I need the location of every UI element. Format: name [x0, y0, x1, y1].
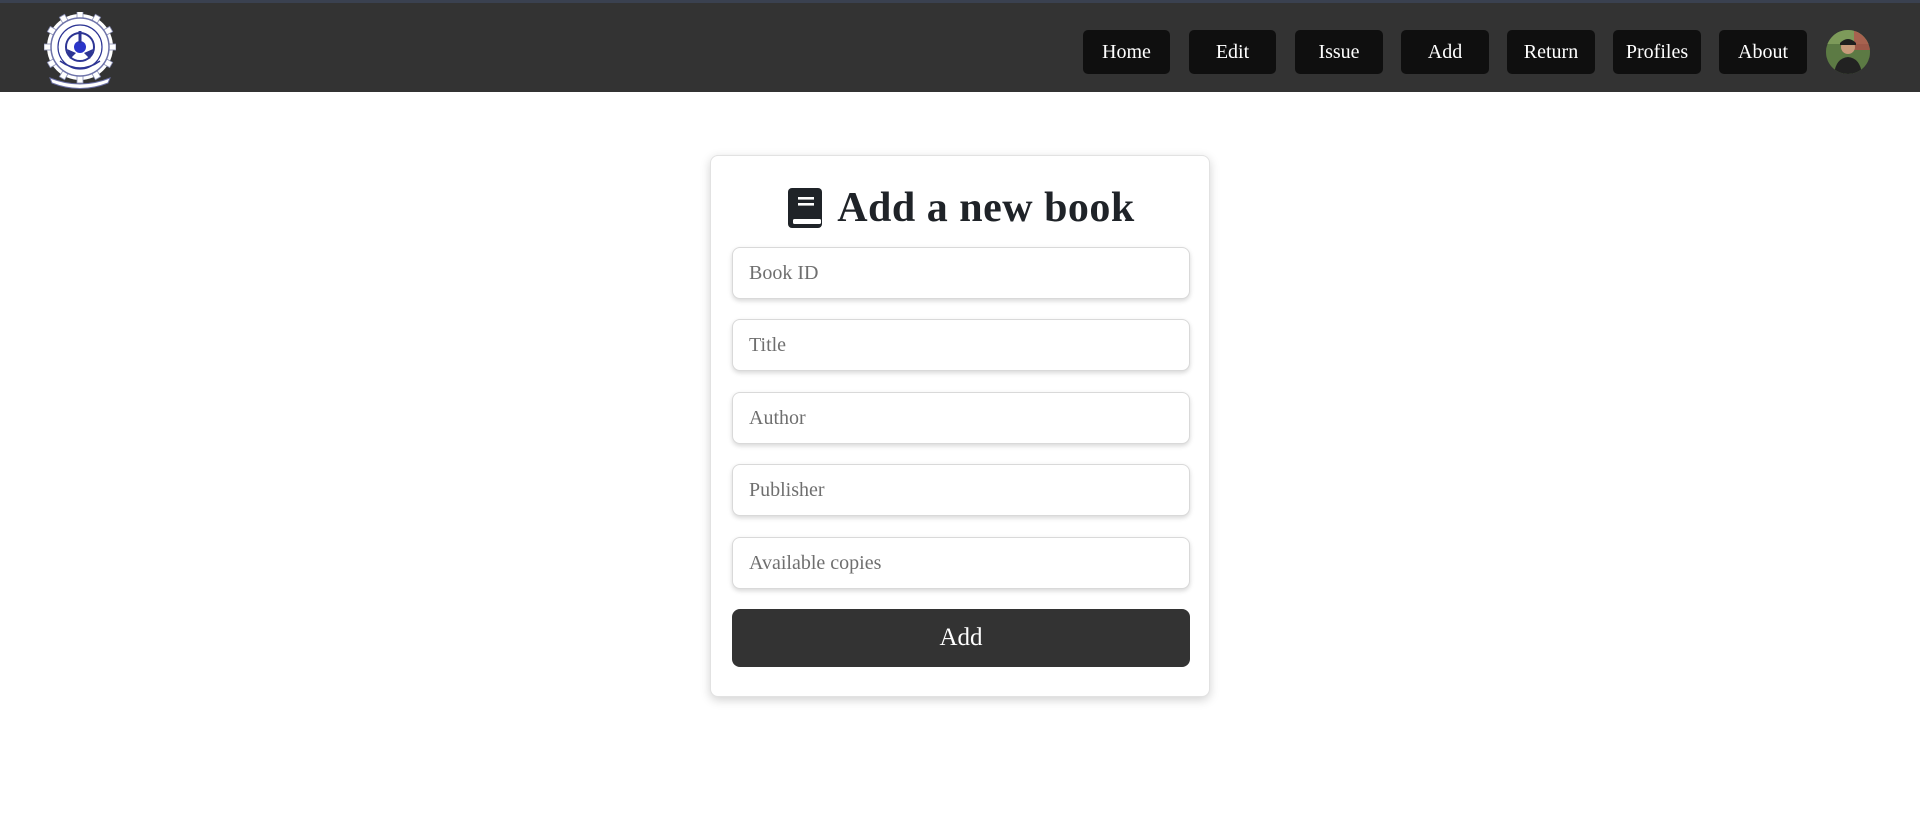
add-book-button[interactable]: Add [732, 609, 1190, 667]
form-heading: Add a new book [711, 180, 1211, 236]
nav-home-button[interactable]: Home [1083, 30, 1170, 74]
book-id-field[interactable] [732, 247, 1190, 299]
form-title: Add a new book [837, 185, 1135, 231]
nav-return-button[interactable]: Return [1507, 30, 1595, 74]
user-avatar-icon[interactable] [1826, 30, 1870, 74]
author-field[interactable] [732, 392, 1190, 444]
publisher-field[interactable] [732, 464, 1190, 516]
institute-emblem-icon[interactable] [44, 12, 116, 90]
book-icon [788, 188, 823, 228]
nav-profiles-button[interactable]: Profiles [1613, 30, 1701, 74]
nav-about-button[interactable]: About [1719, 30, 1807, 74]
nav-add-button[interactable]: Add [1401, 30, 1489, 74]
add-book-form: Add a new book Add [710, 155, 1210, 697]
available-copies-field[interactable] [732, 537, 1190, 589]
title-field[interactable] [732, 319, 1190, 371]
top-navbar: Home Edit Issue Add Return Profiles Abou… [0, 0, 1920, 92]
nav-edit-button[interactable]: Edit [1189, 30, 1276, 74]
nav-issue-button[interactable]: Issue [1295, 30, 1383, 74]
